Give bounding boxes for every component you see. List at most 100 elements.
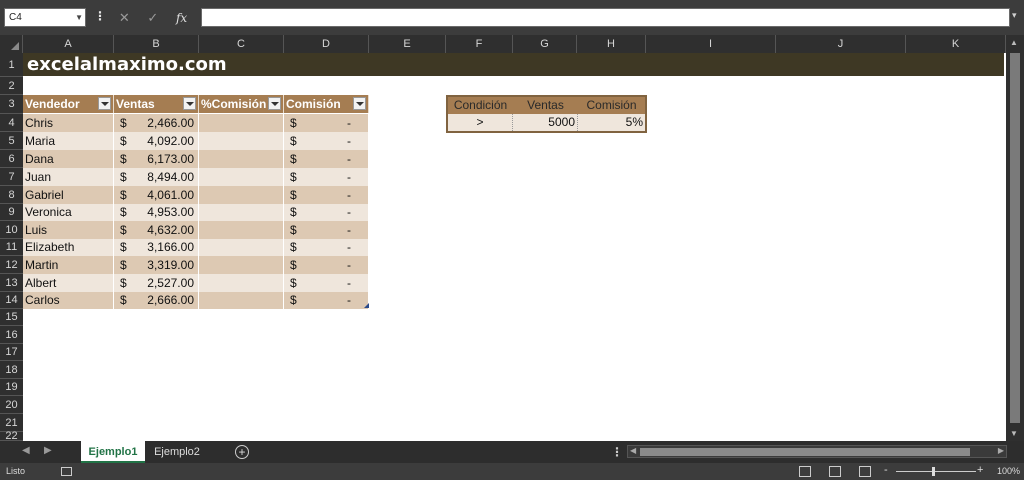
check-icon[interactable]: ✓ <box>147 10 158 26</box>
table-cell[interactable]: $4,092.00 <box>114 132 199 150</box>
page-layout-icon[interactable] <box>829 466 841 477</box>
page-break-preview-icon[interactable] <box>859 466 871 477</box>
table-cell[interactable] <box>199 256 284 274</box>
table-cell[interactable]: Veronica <box>23 204 114 221</box>
vertical-scrollbar[interactable]: ▲ ▼ <box>1006 35 1024 441</box>
table-cell[interactable]: Chris <box>23 114 114 132</box>
zoom-level[interactable]: 100% <box>997 463 1020 480</box>
filter-dropdown-icon[interactable] <box>183 97 196 110</box>
horizontal-scrollbar[interactable]: ◀ ▶ <box>627 445 1007 458</box>
row-header[interactable]: 12 <box>0 256 23 274</box>
row-header[interactable]: 20 <box>0 396 23 414</box>
zoom-slider[interactable] <box>896 471 976 472</box>
formula-input[interactable] <box>201 8 1010 27</box>
row-header[interactable]: 7 <box>0 168 23 186</box>
table-cell[interactable]: $ - <box>284 221 369 239</box>
column-header[interactable]: H <box>577 35 646 53</box>
row-header[interactable]: 17 <box>0 344 23 361</box>
worksheet-grid[interactable]: ABCDEFGHIJK 1 2 3 4 5 6 7 8 9 10 11 12 13 14 15 16 17 18 1… <box>0 35 1024 441</box>
table-cell[interactable] <box>199 186 284 204</box>
table-cell[interactable] <box>199 204 284 221</box>
table-cell[interactable]: $ - <box>284 239 369 256</box>
table-cell[interactable] <box>199 168 284 186</box>
table-cell[interactable] <box>199 132 284 150</box>
insert-function-icon[interactable]: fx <box>176 11 187 25</box>
row-header[interactable]: 13 <box>0 274 23 292</box>
row-header[interactable]: 15 <box>0 309 23 326</box>
zoom-slider-knob[interactable] <box>932 467 935 476</box>
table-cell[interactable]: Gabriel <box>23 186 114 204</box>
table-cell[interactable]: $ - <box>284 186 369 204</box>
row-header[interactable]: 11 <box>0 239 23 256</box>
row-header[interactable]: 6 <box>0 150 23 168</box>
table-cell[interactable]: $6,173.00 <box>114 150 199 168</box>
tab-ejemplo1[interactable]: Ejemplo1 <box>81 441 145 463</box>
more-tabs-icon[interactable]: ⋮ <box>611 445 623 459</box>
sheet-title-row[interactable]: excelalmaximo.com <box>23 53 1004 76</box>
row-header[interactable]: 8 <box>0 186 23 204</box>
active-cell[interactable] <box>200 114 284 132</box>
table-cell[interactable]: $3,166.00 <box>114 239 199 256</box>
filter-dropdown-icon[interactable] <box>98 97 111 110</box>
table-cell[interactable]: $2,666.00 <box>114 292 199 309</box>
column-header[interactable]: E <box>369 35 446 53</box>
table-cell[interactable]: $3,319.00 <box>114 256 199 274</box>
scroll-down-icon[interactable]: ▼ <box>1010 429 1018 438</box>
table-cell[interactable]: Juan <box>23 168 114 186</box>
table-cell[interactable]: $4,632.00 <box>114 221 199 239</box>
table-cell[interactable]: Carlos <box>23 292 114 309</box>
column-header[interactable]: D <box>284 35 369 53</box>
scroll-right-icon[interactable]: ▶ <box>998 446 1004 455</box>
table-cell[interactable] <box>199 221 284 239</box>
table-cell[interactable] <box>199 274 284 292</box>
table-header-cell[interactable]: %Comisión <box>199 95 284 113</box>
row-header[interactable]: 14 <box>0 292 23 309</box>
column-header[interactable]: I <box>646 35 776 53</box>
row-header[interactable]: 18 <box>0 361 23 379</box>
condition-value[interactable]: > <box>448 114 513 131</box>
table-cell[interactable]: $ - <box>284 292 369 309</box>
name-box[interactable]: C4 ▼ <box>4 8 86 27</box>
row-header[interactable]: 5 <box>0 132 23 150</box>
table-cell[interactable]: Luis <box>23 221 114 239</box>
row-header[interactable]: 19 <box>0 379 23 396</box>
table-cell[interactable]: $ - <box>284 168 369 186</box>
table-cell[interactable]: $2,466.00 <box>114 114 199 132</box>
condition-header[interactable]: Comisión <box>578 97 645 114</box>
table-resize-handle[interactable] <box>364 303 369 308</box>
table-cell[interactable] <box>199 150 284 168</box>
table-cell[interactable]: $ - <box>284 150 369 168</box>
table-cell[interactable]: $2,527.00 <box>114 274 199 292</box>
row-header[interactable]: 4 <box>0 114 23 132</box>
condition-table[interactable]: Condición Ventas Comisión >5000 5% <box>446 95 647 133</box>
table-cell[interactable]: $4,953.00 <box>114 204 199 221</box>
row-header[interactable]: 22 <box>0 431 23 441</box>
table-cell[interactable]: $ - <box>284 274 369 292</box>
tab-ejemplo2[interactable]: Ejemplo2 <box>146 441 208 463</box>
table-cell[interactable]: $ - <box>284 132 369 150</box>
column-header[interactable]: B <box>114 35 199 53</box>
scroll-up-icon[interactable]: ▲ <box>1010 38 1018 47</box>
table-cell[interactable]: $ - <box>284 114 369 132</box>
table-cell[interactable]: Martin <box>23 256 114 274</box>
row-header[interactable]: 10 <box>0 221 23 239</box>
row-header[interactable]: 1 <box>0 53 23 77</box>
row-header[interactable]: 3 <box>0 95 23 114</box>
chevron-down-icon[interactable]: ▼ <box>75 9 83 26</box>
column-header[interactable]: C <box>199 35 284 53</box>
row-header[interactable]: 2 <box>0 77 23 95</box>
macro-record-icon[interactable] <box>61 467 72 476</box>
table-header-cell[interactable]: Ventas <box>114 95 199 113</box>
select-all-button[interactable] <box>0 35 23 53</box>
more-options-icon[interactable]: ⋮ <box>94 9 106 23</box>
row-header[interactable]: 9 <box>0 204 23 221</box>
filter-dropdown-icon[interactable] <box>353 97 366 110</box>
next-sheet-icon[interactable]: ▶ <box>44 445 52 456</box>
column-header[interactable]: G <box>513 35 577 53</box>
table-header-cell[interactable]: Comisión <box>284 95 369 113</box>
row-header[interactable]: 16 <box>0 326 23 344</box>
table-cell[interactable] <box>199 239 284 256</box>
table-cell[interactable]: $ - <box>284 256 369 274</box>
column-header[interactable]: A <box>23 35 114 53</box>
prev-sheet-icon[interactable]: ◀ <box>22 445 30 456</box>
